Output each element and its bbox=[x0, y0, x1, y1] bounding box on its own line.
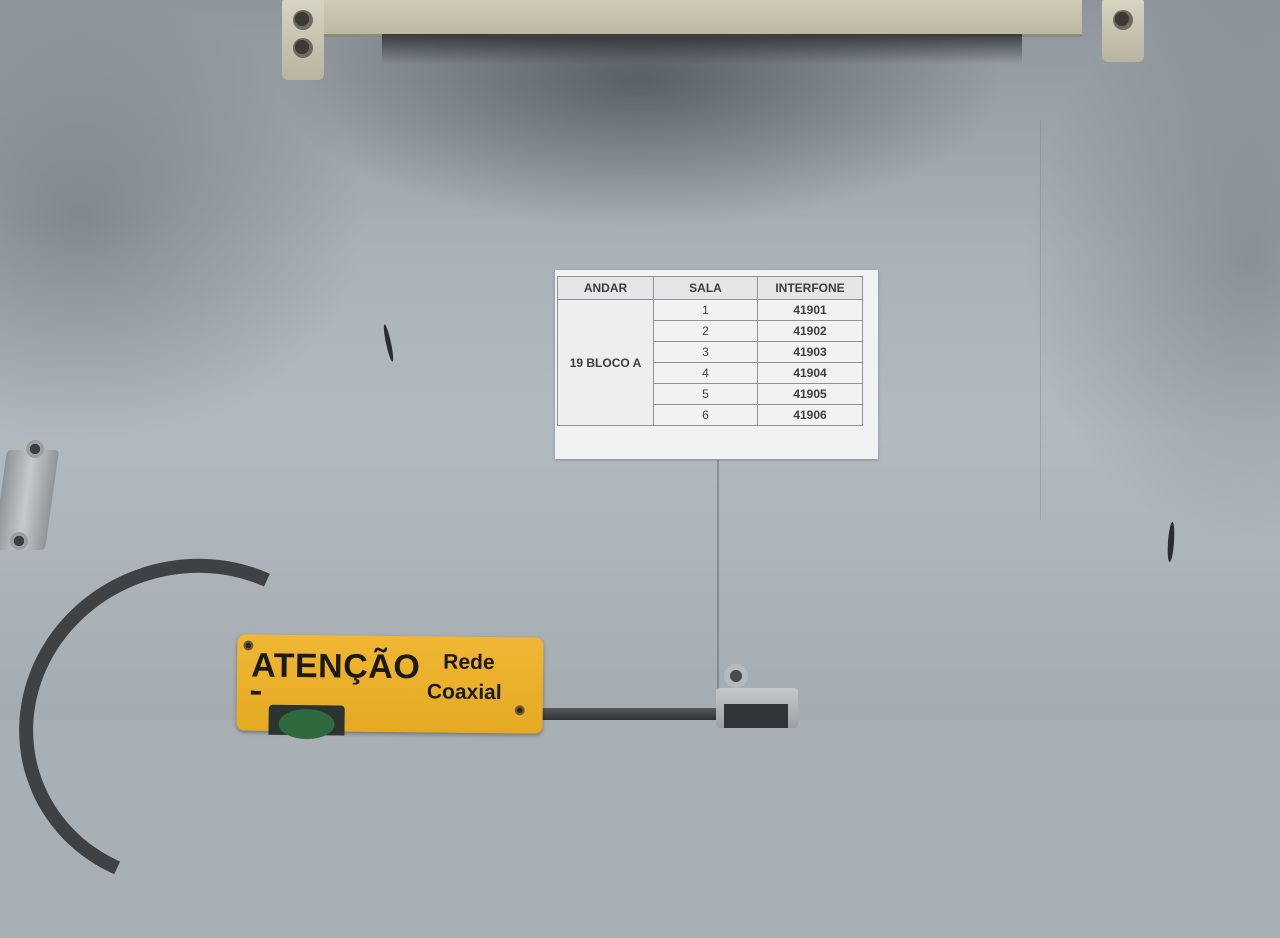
warning-line-coaxial: Coaxial bbox=[426, 680, 502, 705]
header-sala: SALA bbox=[653, 276, 758, 300]
wall-crack bbox=[1040, 120, 1041, 520]
sala-cell: 2 bbox=[653, 320, 758, 342]
screw-icon bbox=[293, 10, 313, 30]
warning-line-rede: Rede bbox=[443, 650, 495, 675]
coax-port-icon bbox=[10, 532, 28, 550]
interfone-cell: 41903 bbox=[757, 341, 863, 363]
sign-symbol-icon bbox=[268, 704, 345, 736]
interfone-cell: 41905 bbox=[757, 383, 863, 405]
warning-title: ATENÇÃO bbox=[250, 646, 421, 687]
header-interfone: INTERFONE bbox=[757, 276, 863, 300]
header-andar: ANDAR bbox=[557, 276, 654, 300]
intercom-table: ANDAR SALA INTERFONE 19 BLOCO A 1 41901 … bbox=[557, 276, 863, 426]
mount-bracket-right bbox=[1102, 0, 1144, 62]
ceiling-box-body bbox=[322, 0, 1082, 37]
screw-icon bbox=[724, 664, 748, 688]
interfone-cell: 41906 bbox=[757, 404, 863, 426]
ceiling-box-shadow bbox=[382, 34, 1022, 64]
table-row: 19 BLOCO A 1 41901 bbox=[557, 299, 863, 426]
interfone-cell: 41904 bbox=[757, 362, 863, 384]
sala-cell: 6 bbox=[653, 404, 758, 426]
coax-port-icon bbox=[26, 440, 44, 458]
table-header-row: ANDAR SALA INTERFONE bbox=[557, 276, 863, 300]
splitter-body bbox=[0, 450, 60, 550]
sala-cell: 4 bbox=[653, 362, 758, 384]
sala-cell: 3 bbox=[653, 341, 758, 363]
screw-icon bbox=[514, 705, 525, 716]
warning-sign: ATENÇÃO Rede Coaxial bbox=[236, 634, 544, 736]
sala-cell: 5 bbox=[653, 383, 758, 405]
mount-bracket-left bbox=[282, 0, 324, 80]
coax-cable bbox=[540, 708, 740, 720]
sala-cell: 1 bbox=[653, 299, 758, 321]
screw-icon bbox=[293, 38, 313, 58]
andar-cell: 19 BLOCO A bbox=[557, 299, 654, 426]
wall-crack bbox=[717, 460, 719, 720]
coax-outlet-face bbox=[724, 704, 788, 728]
interfone-cell: 41902 bbox=[757, 320, 863, 342]
interfone-cell: 41901 bbox=[757, 299, 863, 321]
coax-splitter bbox=[0, 440, 60, 560]
intercom-label-sheet: ANDAR SALA INTERFONE 19 BLOCO A 1 41901 … bbox=[555, 270, 878, 459]
ceiling-box bbox=[282, 0, 1148, 80]
sign-dash bbox=[250, 690, 261, 695]
coax-outlet bbox=[716, 688, 798, 728]
screw-icon bbox=[1113, 10, 1133, 30]
